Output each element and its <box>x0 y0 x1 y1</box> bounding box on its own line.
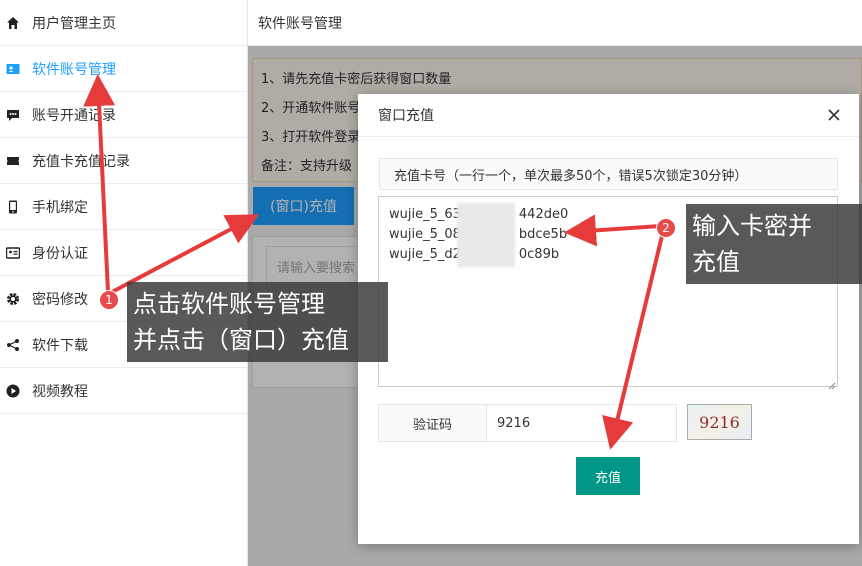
resize-handle-icon[interactable] <box>828 377 836 390</box>
sidebar-item-home[interactable]: 用户管理主页 <box>0 0 247 46</box>
card-suffix: bdce5b <box>518 227 568 242</box>
gear-icon <box>6 292 20 306</box>
sidebar-item-label: 视频教程 <box>32 383 88 400</box>
sidebar-item-label: 软件账号管理 <box>32 61 116 78</box>
sidebar-item-label: 充值卡充值记录 <box>32 153 130 170</box>
card-prefix: wujie_5_63 <box>389 207 461 222</box>
annotation-callout-2: 输入卡密并 充值 <box>686 204 862 284</box>
sidebar-item-software-accounts[interactable]: 软件账号管理 <box>0 46 247 92</box>
home-icon <box>6 16 20 30</box>
captcha-label: 验证码 <box>378 404 487 442</box>
sidebar-item-identity[interactable]: 身份认证 <box>0 230 247 276</box>
callout-line: 并点击（窗口）充值 <box>133 326 349 354</box>
step-badge-1: 1 <box>99 290 119 310</box>
sidebar-item-videos[interactable]: 视频教程 <box>0 368 247 414</box>
recharge-modal: 窗口充值 充值卡号（一行一个，单次最多50个，错误5次锁定30分钟） wujie… <box>358 94 859 544</box>
phone-icon <box>6 200 20 214</box>
card-prefix: wujie_5_d2 <box>389 247 461 262</box>
callout-line: 点击软件账号管理 <box>133 290 325 318</box>
captcha-text: 9216 <box>699 412 740 432</box>
sidebar-item-label: 用户管理主页 <box>32 15 116 32</box>
identity-icon <box>6 246 20 260</box>
play-circle-icon <box>6 384 20 398</box>
ticket-icon <box>6 154 20 168</box>
sidebar-item-account-records[interactable]: 账号开通记录 <box>0 92 247 138</box>
id-card-icon <box>6 62 20 76</box>
sidebar-item-label: 身份认证 <box>32 245 88 262</box>
modal-title: 窗口充值 <box>358 94 859 137</box>
captcha-input[interactable]: 9216 <box>486 404 677 442</box>
submit-recharge-button[interactable]: 充值 <box>576 457 640 495</box>
sidebar-item-label: 软件下载 <box>32 337 88 354</box>
sidebar-item-label: 密码修改 <box>32 291 88 308</box>
step-badge-2: 2 <box>656 218 676 238</box>
captcha-image[interactable]: 9216 <box>687 404 752 440</box>
page-title: 软件账号管理 <box>248 0 862 46</box>
card-suffix: 442de0 <box>518 207 569 222</box>
sidebar-item-label: 手机绑定 <box>32 199 88 216</box>
redaction-mask <box>457 243 515 267</box>
sidebar-item-card-recharge-records[interactable]: 充值卡充值记录 <box>0 138 247 184</box>
sidebar-item-phone-binding[interactable]: 手机绑定 <box>0 184 247 230</box>
callout-line: 充值 <box>692 248 740 276</box>
card-suffix: 0c89b <box>518 247 560 262</box>
card-prefix: wujie_5_08 <box>389 227 461 242</box>
sidebar-item-label: 账号开通记录 <box>32 107 116 124</box>
chat-dots-icon <box>6 108 20 122</box>
card-number-label: 充值卡号（一行一个，单次最多50个，错误5次锁定30分钟） <box>379 158 838 190</box>
close-icon[interactable] <box>827 108 841 122</box>
callout-line: 输入卡密并 <box>692 212 812 240</box>
share-icon <box>6 338 20 352</box>
annotation-callout-1: 点击软件账号管理 并点击（窗口）充值 <box>127 282 388 362</box>
